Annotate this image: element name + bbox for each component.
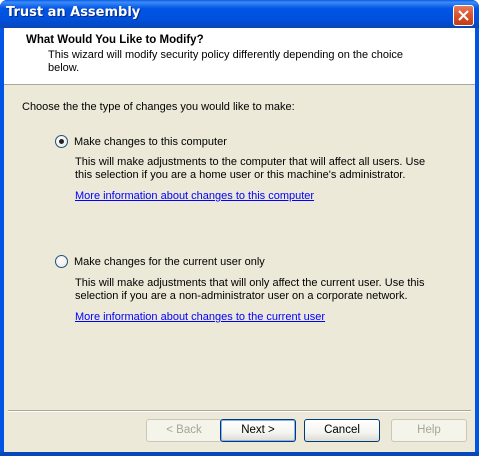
page-title: What Would You Like to Modify? xyxy=(26,34,204,46)
radio-button-current-user[interactable] xyxy=(55,255,68,268)
radio-label-current-user[interactable]: Make changes for the current user only xyxy=(74,256,265,268)
page-subtitle: This wizard will modify security policy … xyxy=(48,49,404,74)
title-bar[interactable]: Trust an Assembly xyxy=(0,0,479,28)
choice-prompt: Choose the the type of changes you would… xyxy=(22,101,295,113)
radio-selected-dot xyxy=(59,139,64,144)
radio-option-this-computer[interactable]: Make changes to this computer xyxy=(55,135,227,148)
wizard-client-area: What Would You Like to Modify? This wiza… xyxy=(4,28,475,452)
next-button[interactable]: Next > xyxy=(220,419,296,442)
radio-option-current-user[interactable]: Make changes for the current user only xyxy=(55,255,265,268)
window-frame-right xyxy=(475,28,479,456)
help-button[interactable]: Help xyxy=(391,419,467,442)
more-info-link-this-computer[interactable]: More information about changes to this c… xyxy=(75,190,314,202)
close-icon xyxy=(458,10,469,21)
footer-divider-highlight xyxy=(8,411,471,412)
window-title: Trust an Assembly xyxy=(6,5,141,20)
wizard-header: What Would You Like to Modify? This wiza… xyxy=(4,28,475,85)
radio-label-this-computer[interactable]: Make changes to this computer xyxy=(74,136,227,148)
option-description-current-user: This will make adjustments that will onl… xyxy=(75,277,425,302)
back-button[interactable]: < Back xyxy=(146,419,222,442)
radio-button-this-computer[interactable] xyxy=(55,135,68,148)
close-button[interactable] xyxy=(453,5,474,26)
wizard-window: Trust an Assembly What Would You Like to… xyxy=(0,0,479,456)
more-info-link-current-user[interactable]: More information about changes to the cu… xyxy=(75,311,325,323)
window-frame-bottom xyxy=(0,452,479,456)
cancel-button[interactable]: Cancel xyxy=(304,419,380,442)
option-description-this-computer: This will make adjustments to the comput… xyxy=(75,156,426,181)
